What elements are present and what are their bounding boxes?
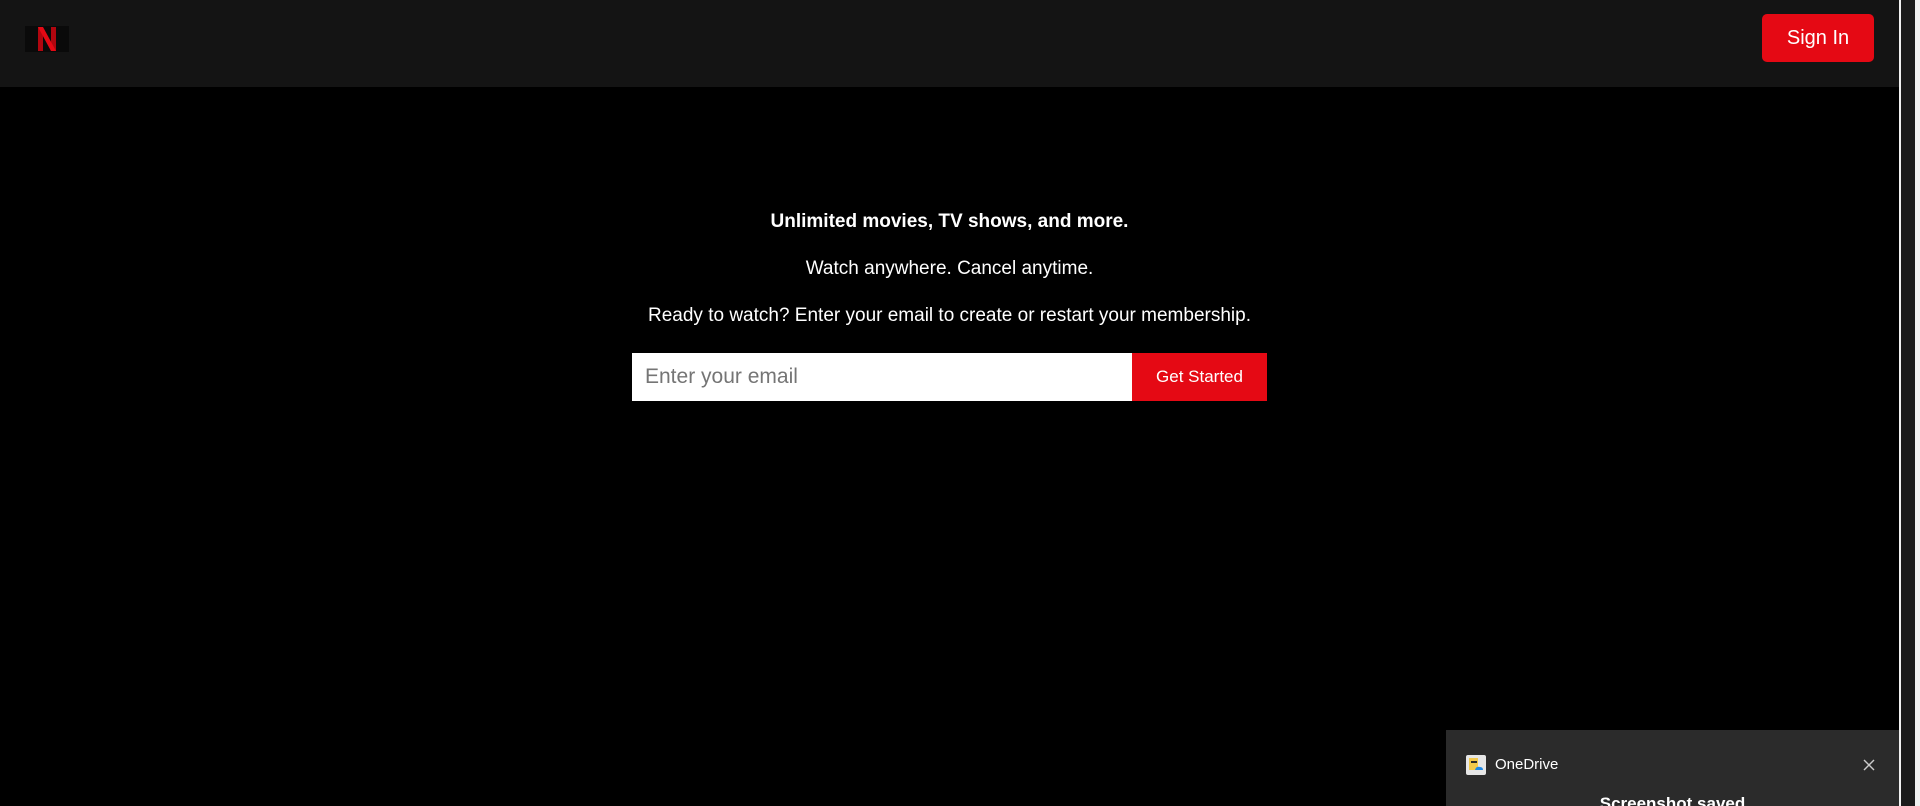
hero-prompt: Ready to watch? Enter your email to crea… (648, 305, 1251, 326)
netflix-n-icon (38, 27, 56, 51)
sign-in-button[interactable]: Sign In (1762, 14, 1874, 62)
email-input[interactable] (632, 353, 1132, 401)
toast-close-button[interactable] (1854, 750, 1884, 780)
toast-title: Screenshot saved (1599, 794, 1746, 806)
netflix-logo[interactable] (25, 26, 69, 52)
close-icon (1863, 759, 1875, 771)
onedrive-toast-notification[interactable]: OneDrive Screenshot saved (1446, 730, 1899, 806)
scrollbar-thumb[interactable] (1901, 0, 1915, 806)
email-signup-form: Get Started (632, 353, 1267, 401)
hero-subline: Watch anywhere. Cancel anytime. (805, 258, 1094, 279)
top-header: Sign In (0, 0, 1899, 87)
get-started-button[interactable]: Get Started (1132, 353, 1267, 401)
vertical-scrollbar[interactable] (1899, 0, 1920, 806)
onedrive-icon (1466, 755, 1486, 775)
page: Sign In Unlimited movies, TV shows, and … (0, 0, 1920, 806)
toast-app-name: OneDrive (1495, 756, 1559, 773)
hero-headline: Unlimited movies, TV shows, and more. (770, 211, 1129, 232)
